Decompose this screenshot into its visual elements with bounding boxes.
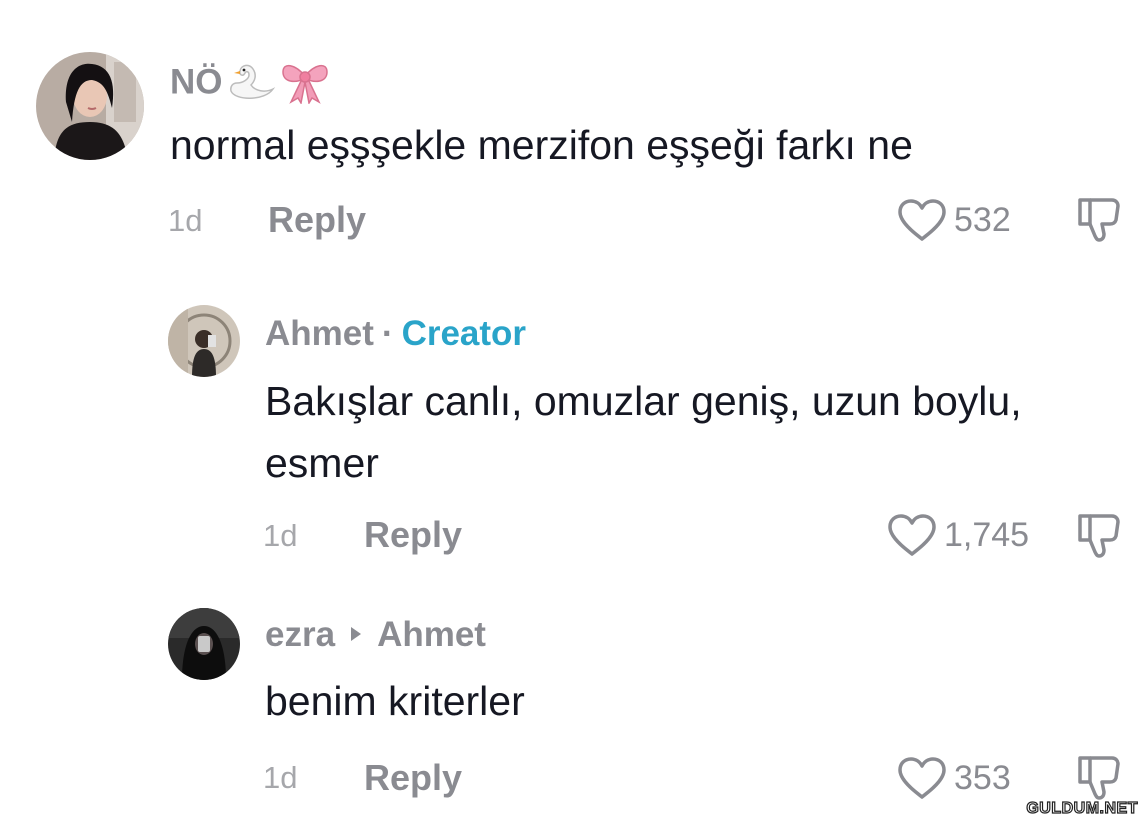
- comment-time: 1d: [168, 203, 203, 238]
- dislike-button[interactable]: [1076, 512, 1122, 565]
- username[interactable]: ezra Ahmet: [265, 617, 486, 652]
- comment-text: benim kriterler: [265, 678, 525, 724]
- like-count: 1,745: [944, 516, 1030, 554]
- thumbs-down-outline-icon: [1078, 198, 1120, 242]
- triangle-right-icon: [351, 626, 362, 641]
- creator-badge: Creator: [401, 314, 527, 353]
- heart-outline-icon: [898, 757, 946, 799]
- avatar[interactable]: [36, 52, 144, 160]
- username[interactable]: Ahmet · Creator: [265, 316, 526, 351]
- reply-button[interactable]: Reply: [364, 760, 462, 796]
- reply-button[interactable]: Reply: [268, 202, 366, 238]
- username-text: ezra: [265, 615, 336, 654]
- avatar[interactable]: [168, 608, 240, 680]
- comment-time: 1d: [263, 760, 298, 795]
- heart-outline-icon: [898, 199, 946, 241]
- thumbs-down-outline-icon: [1078, 514, 1120, 558]
- like-count: 532: [954, 201, 1011, 239]
- watermark: GULDUM.NET: [1026, 799, 1138, 817]
- reply-to-username[interactable]: Ahmet: [377, 615, 486, 654]
- avatar[interactable]: [168, 305, 240, 377]
- separator-dot: ·: [381, 314, 394, 353]
- comment-text: normal eşşşekle merzifon eşşeği farkı ne: [170, 122, 913, 168]
- like-count: 353: [954, 759, 1011, 797]
- heart-outline-icon: [888, 514, 936, 556]
- dislike-button[interactable]: [1076, 196, 1122, 249]
- comment-2: Ahmet · Creator Bakışlar canlı, omuzlar ge…: [0, 280, 1144, 590]
- username[interactable]: NÖ: [170, 58, 331, 110]
- like-button[interactable]: 1,745: [886, 512, 1029, 558]
- reply-button[interactable]: Reply: [364, 517, 462, 553]
- comment-time: 1d: [263, 518, 298, 553]
- ribbon-emoji-icon: [279, 58, 331, 110]
- thumbs-down-outline-icon: [1078, 756, 1120, 800]
- comment-1: NÖ normal eşşşekle merzifon eşşeği farkı…: [0, 0, 1144, 280]
- swan-emoji-icon: [225, 61, 277, 107]
- comment-text: Bakışlar canlı, omuzlar geniş, uzun boyl…: [265, 378, 1022, 486]
- like-button[interactable]: 353: [896, 755, 1011, 801]
- comment-3: ezra Ahmet benim kriterler 1d Reply 353: [0, 590, 1144, 820]
- username-text: Ahmet: [265, 314, 374, 353]
- username-text: NÖ: [170, 62, 223, 102]
- like-button[interactable]: 532: [896, 197, 1011, 243]
